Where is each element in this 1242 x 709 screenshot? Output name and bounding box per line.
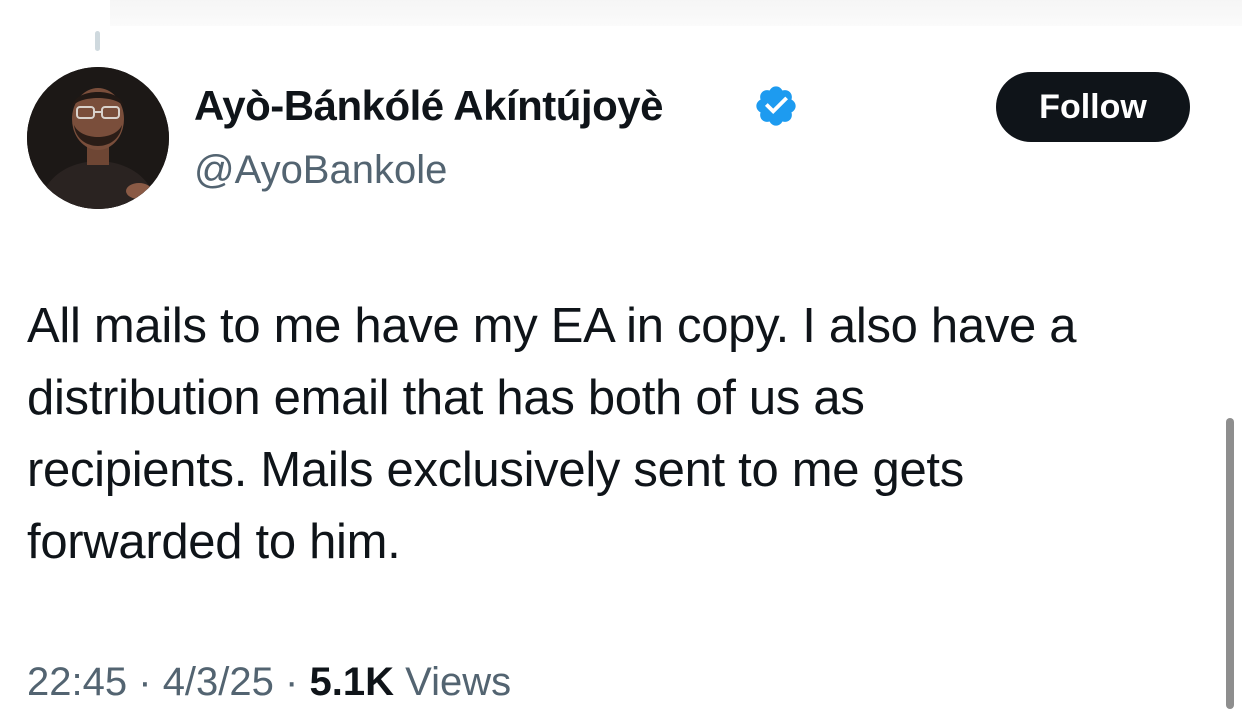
tweet-screenshot: Ayò-Bánkólé Akíntújoyè @AyoBankole Follo…: [0, 0, 1242, 709]
follow-button[interactable]: Follow: [996, 72, 1190, 142]
meta-separator: ·: [285, 660, 299, 704]
previous-tweet-edge: [110, 0, 1242, 26]
author-handle[interactable]: @AyoBankole: [194, 148, 447, 193]
meta-separator: ·: [138, 660, 152, 704]
tweet-text-line: recipients. Mails exclusively sent to me…: [27, 443, 964, 497]
profile-photo-icon: [27, 67, 169, 209]
tweet-text: All mails to me have my EA in copy. I al…: [27, 290, 1202, 578]
tweet-date[interactable]: 4/3/25: [163, 660, 274, 704]
views-label: Views: [405, 660, 512, 704]
author-name[interactable]: Ayò-Bánkólé Akíntújoyè: [194, 82, 663, 130]
tweet-text-line: forwarded to him.: [27, 515, 401, 569]
avatar[interactable]: [27, 67, 169, 209]
thread-connector-line: [95, 31, 100, 51]
verified-badge-icon: [756, 86, 796, 126]
tweet-time[interactable]: 22:45: [27, 660, 127, 704]
tweet-text-line: All mails to me have my EA in copy. I al…: [27, 299, 1077, 353]
tweet-text-line: distribution email that has both of us a…: [27, 371, 865, 425]
scrollbar[interactable]: [1226, 418, 1234, 709]
views-count: 5.1K: [309, 660, 394, 704]
tweet-meta: 22:45 · 4/3/25 · 5.1K Views: [27, 660, 511, 705]
